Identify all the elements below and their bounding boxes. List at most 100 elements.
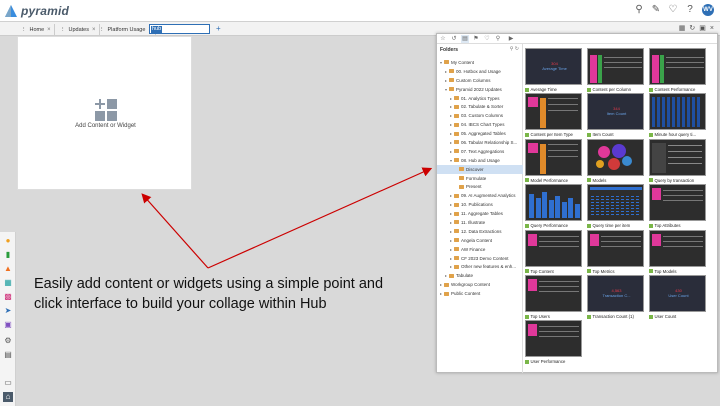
chart-icon[interactable]: ▮ <box>3 250 13 260</box>
recent-icon[interactable]: ↺ <box>450 35 458 43</box>
home-icon[interactable]: ⌂ <box>3 392 13 402</box>
tree-item[interactable]: ▸ 10. Publications <box>437 200 523 209</box>
tree-item[interactable]: ▾ My Content <box>437 58 523 67</box>
layout-icon[interactable]: ▦ <box>679 24 686 33</box>
content-tile[interactable]: Minute hour query ti... <box>649 93 706 138</box>
tree-item-label: 02. Tabulate & Sorter <box>461 104 504 110</box>
content-tile[interactable]: User Performance <box>525 320 582 365</box>
folder-icon <box>454 104 459 109</box>
discover-item-icon <box>525 314 529 319</box>
save-icon[interactable]: ▣ <box>699 24 706 33</box>
refresh-icon[interactable]: ↻ <box>689 24 695 33</box>
search-icon[interactable]: ⚲ <box>510 46 514 52</box>
content-tile[interactable]: 304 Average Time Average Time <box>525 48 582 93</box>
tree-item[interactable]: ▸ 02. Tabulate & Sorter <box>437 102 523 111</box>
content-tile[interactable]: Model Performance <box>525 138 582 184</box>
tile-label: Top Attributes <box>654 223 681 229</box>
send-icon[interactable]: ➤ <box>3 306 13 316</box>
bell-icon[interactable]: ♡ <box>668 5 678 15</box>
content-tile[interactable]: Content Performance <box>649 48 706 93</box>
tree-item[interactable]: ▸ Angela Content <box>437 236 523 245</box>
avatar[interactable]: WV <box>702 4 714 16</box>
tile-thumbnail <box>649 138 706 176</box>
refresh-icon[interactable]: ↻ <box>515 46 519 52</box>
tree-item[interactable]: ▸ AW Finance <box>437 245 523 254</box>
tree-item[interactable]: ▸ 09. AI Augmented Analytics <box>437 191 523 200</box>
tree-item[interactable]: ▸ CF 2023 Demo Content <box>437 254 523 263</box>
close-icon[interactable]: × <box>92 27 96 33</box>
formulate-icon[interactable]: ▲ <box>3 264 13 274</box>
close-icon[interactable]: × <box>710 24 714 33</box>
tile-thumbnail <box>649 229 706 267</box>
tree-item[interactable]: ▸ 01. Analytics Types <box>437 94 523 103</box>
content-tile[interactable]: Top Content <box>525 229 582 275</box>
pin-icon[interactable]: ✎ <box>651 5 661 15</box>
content-tile[interactable]: Content per Item Type <box>525 93 582 138</box>
content-tile[interactable]: Top Users <box>525 275 582 320</box>
tree-item[interactable]: ▸ Workgroup Content <box>437 280 523 289</box>
tab-name-input[interactable]: hub <box>149 24 210 34</box>
help-icon[interactable]: ? <box>685 5 695 15</box>
flag-icon[interactable]: ⚑ <box>472 35 480 43</box>
tree-item[interactable]: ▸ 12. Data Extractions <box>437 227 523 236</box>
content-tile[interactable]: Content per Column <box>587 48 644 93</box>
tree-item[interactable]: ▾ 08. Hub and Usage <box>437 156 523 165</box>
tile-label-row: Item Count <box>587 131 644 138</box>
collapse-icon[interactable]: ▶ <box>507 35 515 43</box>
gear-icon[interactable]: ⚙ <box>3 336 13 346</box>
tree-item[interactable]: ▸ Tabulate <box>437 271 523 280</box>
image-icon[interactable]: ▣ <box>3 320 13 330</box>
monitor-icon[interactable]: ▭ <box>3 378 13 388</box>
add-widget-icon[interactable] <box>94 98 118 122</box>
hub-canvas[interactable]: Add Content or Widget <box>17 36 192 190</box>
kpi-caption: User Count <box>668 293 689 298</box>
folder-icon[interactable]: ▤ <box>3 350 13 360</box>
tree-item[interactable]: ▸ 03. Custom Columns <box>437 111 523 120</box>
tree-item[interactable]: ▸ 11. Aggregate Tables <box>437 209 523 218</box>
content-tile[interactable]: 4,563 Transaction C... Transaction Count (… <box>587 275 644 320</box>
content-tile[interactable]: Top Models <box>649 229 706 275</box>
tree-item[interactable]: Formulate <box>437 174 523 183</box>
content-tile[interactable]: Query by transaction <box>649 138 706 184</box>
content-tile[interactable]: Top Attributes <box>649 184 706 229</box>
add-tab-button[interactable]: + <box>216 24 221 33</box>
tree-item[interactable]: ▸ Other new features & enh... <box>437 262 523 271</box>
content-tile[interactable]: Query time per item <box>587 184 644 229</box>
tree-item[interactable]: Discover <box>437 164 523 174</box>
drag-handle-icon: ⋮ <box>21 26 27 33</box>
folders-icon[interactable]: ▤ <box>461 35 469 43</box>
tree-item[interactable]: ▸ 00. Hotbox and Usage <box>437 67 523 76</box>
tree-item[interactable]: ▸ 04. IBCS Chart Types <box>437 120 523 129</box>
tree-item[interactable]: ▾ Pyramid 2022 Updates <box>437 85 523 94</box>
top-right-tools: ⚲ ✎ ♡ ? WV <box>634 4 714 16</box>
tile-label-row: Top Users <box>525 313 582 320</box>
folder-icon <box>454 140 459 145</box>
tree-item[interactable]: Present <box>437 182 523 191</box>
pyramid-logo[interactable]: pyramid <box>4 4 69 18</box>
tree-item[interactable]: ▸ 06. Tabular Relationship S... <box>437 138 523 147</box>
tree-item[interactable]: ▸ 11. Illustrate <box>437 218 523 227</box>
tab-platform-usage[interactable]: ⋮ Platform Usage × <box>96 24 156 35</box>
like-icon[interactable]: ♡ <box>483 35 491 43</box>
tree-item[interactable]: ▸ Custom Columns <box>437 76 523 85</box>
search-icon[interactable]: ⚲ <box>494 35 502 43</box>
tab-home[interactable]: ⋮ Home × <box>18 24 55 35</box>
favorite-icon[interactable]: ☆ <box>439 35 447 43</box>
tree-item[interactable]: ▸ 05. Aggregated Tables <box>437 129 523 138</box>
content-tile[interactable]: 344 Item Count Item Count <box>587 93 644 138</box>
dashboard-icon[interactable]: ▩ <box>3 292 13 302</box>
tab-updates[interactable]: ⋮ Updates × <box>57 24 100 35</box>
content-tile[interactable]: 430 User Count User Count <box>649 275 706 320</box>
content-tile[interactable]: Models <box>587 138 644 184</box>
close-icon[interactable]: × <box>47 27 51 33</box>
tree-item[interactable]: ▸ 07. Text Aggregations <box>437 147 523 156</box>
content-tile[interactable]: Top Metrics <box>587 229 644 275</box>
hub-icon[interactable]: ● <box>3 236 13 246</box>
content-tile[interactable]: Query Performance <box>525 184 582 229</box>
folder-tree: ▾ My Content ▸ 00. Hotbox and Usage ▸ Custom … <box>437 58 523 298</box>
tree-item[interactable]: ▸ Public Content <box>437 289 523 298</box>
grid-icon[interactable]: ▦ <box>3 278 13 288</box>
discover-item-icon <box>587 87 591 92</box>
search-icon[interactable]: ⚲ <box>634 5 644 15</box>
tile-label-row: Query by transaction <box>649 177 706 184</box>
